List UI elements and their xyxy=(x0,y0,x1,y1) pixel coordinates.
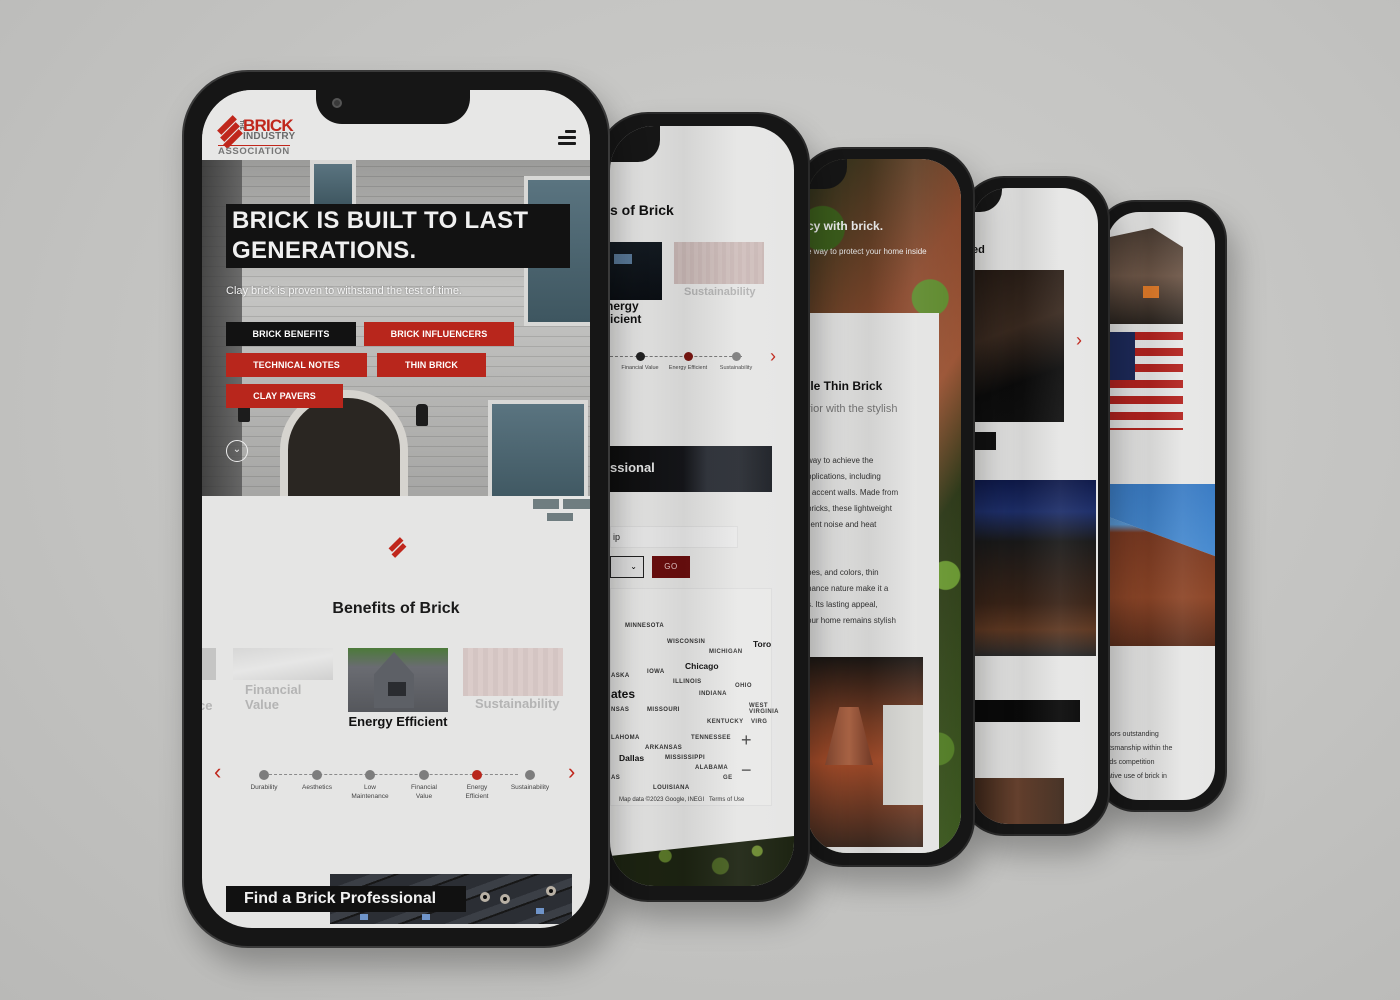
paragraph-line: nance nature make it a xyxy=(807,584,889,593)
dark-banner[interactable] xyxy=(972,700,1080,722)
night-house-photo xyxy=(972,480,1096,656)
chevron-left-icon[interactable]: ‹ xyxy=(214,761,228,783)
phone-notch xyxy=(316,90,470,124)
brick-logo-icon xyxy=(388,537,408,560)
chevron-right-icon[interactable]: › xyxy=(1076,330,1082,351)
timeline-step[interactable]: Sustainability xyxy=(706,352,766,372)
map-attribution: Map data ©2023 Google, INEGI Terms of Us… xyxy=(619,797,745,803)
energy-efficient-photo[interactable] xyxy=(610,242,662,300)
find-professional-label[interactable]: Find a Brick Professional xyxy=(226,886,466,912)
map-terms-link[interactable]: Terms of Use xyxy=(709,797,744,803)
phone-mockup-5: nors outstanding ftsmanship within the r… xyxy=(1095,200,1227,812)
hero-subtext: e way to protect your home inside xyxy=(807,247,927,256)
kitchen-photo xyxy=(807,657,923,847)
paragraph-line: pplications, including xyxy=(807,472,881,481)
phone-1-screen: THE BRICK INDUSTRY ASSOCIATION BRICK IS … xyxy=(202,90,590,928)
benefits-timeline: Durability Aesthetics Low Maintenance Fi… xyxy=(246,770,549,820)
paragraph-line: s. Its lasting appeal, xyxy=(807,600,878,609)
phone-mockup-1: THE BRICK INDUSTRY ASSOCIATION BRICK IS … xyxy=(182,70,610,948)
phone-5-screen: nors outstanding ftsmanship within the r… xyxy=(1107,212,1215,800)
benefits-title: Benefits of Brick xyxy=(332,600,460,617)
chevron-down-icon: ⌄ xyxy=(630,562,637,571)
brick-decoration xyxy=(546,512,574,522)
sustainability-photo[interactable] xyxy=(674,242,764,284)
card-label: Sustainability xyxy=(684,286,756,298)
award-text-line: ftsmanship within the xyxy=(1107,745,1173,752)
chevron-right-icon[interactable]: › xyxy=(770,346,776,367)
timeline-step-durability[interactable]: Durability xyxy=(234,770,294,792)
camera-icon xyxy=(332,98,342,108)
paragraph-line: bricks, these lightweight xyxy=(807,504,892,513)
brick-flag-photo xyxy=(1107,332,1183,430)
phone-3-screen: cy with brick. e way to protect your hom… xyxy=(807,159,961,853)
award-text-line: ative use of brick in xyxy=(1107,773,1167,780)
banner-label: ssional xyxy=(610,460,655,475)
phone-4-screen: ed › xyxy=(972,188,1098,824)
map-zoom-out-button[interactable]: − xyxy=(741,761,752,779)
clay-pavers-button[interactable]: CLAY PAVERS xyxy=(226,384,343,408)
dark-button[interactable] xyxy=(972,432,996,450)
brick-influencers-button[interactable]: BRICK INFLUENCERS xyxy=(364,322,514,346)
map-zoom-in-button[interactable]: + xyxy=(741,731,752,749)
paragraph-line: pes, and colors, thin xyxy=(807,568,879,577)
timeline-step-energy-efficient[interactable]: Energy Efficient xyxy=(447,770,507,801)
timeline-step-aesthetics[interactable]: Aesthetics xyxy=(287,770,347,792)
card-label: nergy ficient xyxy=(610,299,642,326)
interior-photo xyxy=(972,270,1064,422)
brick-house-photo xyxy=(972,778,1064,824)
thin-brick-card: ile Thin Brick rior with the stylish way… xyxy=(807,313,939,853)
bia-logo[interactable]: THE BRICK INDUSTRY ASSOCIATION xyxy=(216,115,312,158)
fireplace-photo xyxy=(1107,228,1183,324)
phone-mockup-2: s of Brick nergy ficient Sustainability … xyxy=(596,112,810,902)
hero-subtitle: Clay brick is proven to withstand the te… xyxy=(226,285,462,297)
card-title: ile Thin Brick xyxy=(807,379,883,393)
chevron-down-circle-icon[interactable]: ⌄ xyxy=(226,440,248,462)
timeline-step-financial-value[interactable]: Financial Value xyxy=(394,770,454,801)
hero-heading: cy with brick. xyxy=(807,219,884,233)
thin-brick-button[interactable]: THIN BRICK xyxy=(377,353,486,377)
phone-mockup-3: cy with brick. e way to protect your hom… xyxy=(795,147,975,867)
go-button[interactable]: GO xyxy=(652,556,690,578)
paragraph-line: llent noise and heat xyxy=(807,520,877,529)
zip-input[interactable]: ip xyxy=(610,526,738,548)
section-title: s of Brick xyxy=(610,202,674,218)
benefits-timeline: Financial Value Energy Efficient Sustain… xyxy=(610,352,760,382)
hero-section: BRICK IS BUILT TO LAST GENERATIONS. Clay… xyxy=(202,160,590,496)
house-photo xyxy=(348,648,448,712)
brick-decoration xyxy=(562,498,590,510)
find-professional-banner[interactable]: Find a Brick Professional xyxy=(226,874,572,924)
foliage-photo xyxy=(610,836,794,886)
award-text-line: rds competition xyxy=(1107,759,1155,766)
paragraph-line: our home remains stylish xyxy=(807,616,896,625)
paragraph-line: way to achieve the xyxy=(807,456,874,465)
timeline-step-sustainability[interactable]: Sustainability xyxy=(500,770,560,792)
find-professional-banner[interactable]: ssional xyxy=(610,446,772,492)
award-text-line: nors outstanding xyxy=(1107,731,1159,738)
logo-association: ASSOCIATION xyxy=(218,145,290,157)
card-subtitle: rior with the stylish xyxy=(807,403,898,415)
timeline-step-low-maintenance[interactable]: Low Maintenance xyxy=(340,770,400,801)
technical-notes-button[interactable]: TECHNICAL NOTES xyxy=(226,353,367,377)
hamburger-menu-icon[interactable] xyxy=(556,130,576,146)
map[interactable]: MINNESOTA WISCONSIN MICHIGAN IOWA ILLINO… xyxy=(610,588,778,806)
paragraph-line: r accent walls. Made from xyxy=(807,488,899,497)
phone-2-screen: s of Brick nergy ficient Sustainability … xyxy=(610,126,794,886)
radius-select[interactable]: ⌄ xyxy=(610,556,644,578)
logo-industry: INDUSTRY xyxy=(243,131,296,142)
phone-mockup-4: ed › xyxy=(960,176,1110,836)
hero-title: BRICK IS BUILT TO LAST GENERATIONS. xyxy=(226,204,570,268)
chevron-right-icon[interactable]: › xyxy=(568,761,582,783)
brick-benefits-button[interactable]: BRICK BENEFITS xyxy=(226,322,356,346)
brick-decoration xyxy=(532,498,560,510)
